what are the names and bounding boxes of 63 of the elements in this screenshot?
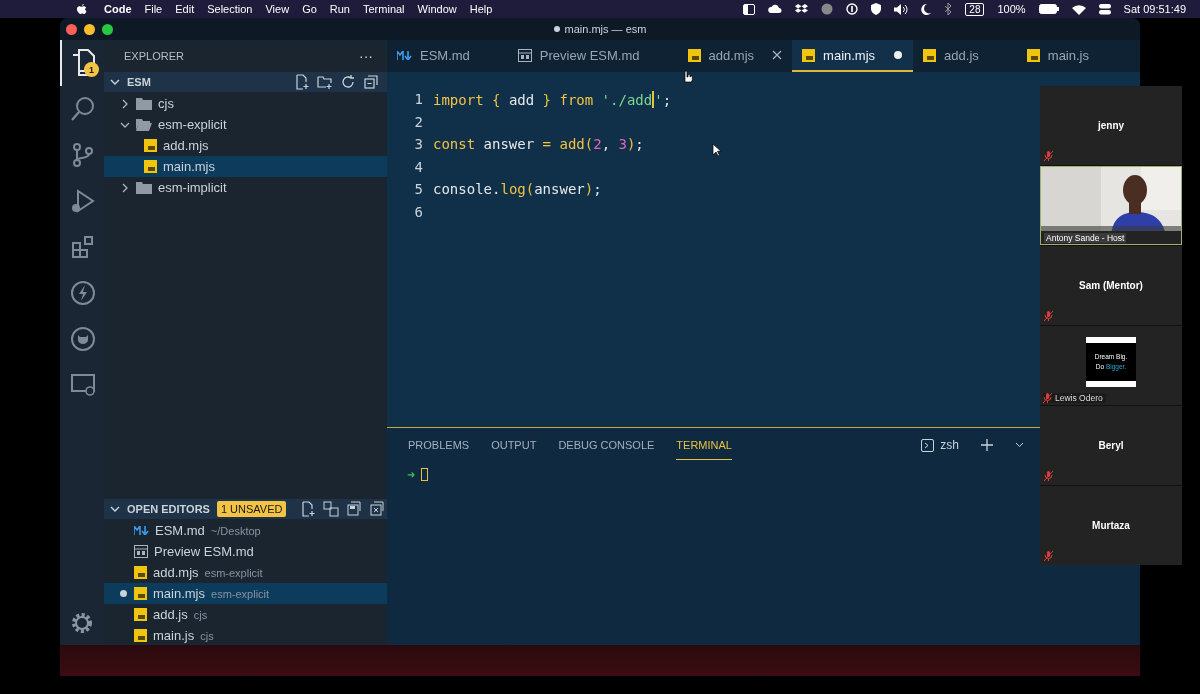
app-menu[interactable]: Code: [104, 3, 132, 15]
sidebar-title: EXPLORER: [124, 50, 184, 62]
open-editor-item[interactable]: add.js cjs: [104, 604, 387, 625]
participant-name: Beryl: [1098, 440, 1124, 451]
section-header[interactable]: ESM: [104, 72, 387, 92]
line-number: 3: [413, 136, 424, 153]
section-header[interactable]: OPEN EDITORS 1 UNSAVED: [104, 499, 387, 519]
tree-item[interactable]: add.mjs: [104, 135, 387, 156]
editor-tab[interactable]: add.mjs: [677, 40, 793, 72]
menu-item[interactable]: Selection: [207, 3, 253, 15]
file-path: ~/Desktop: [210, 524, 261, 537]
file-path: cjs: [193, 608, 208, 621]
tree-item[interactable]: esm-explicit: [104, 114, 387, 135]
menu-item[interactable]: Go: [302, 3, 317, 15]
editor-tab[interactable]: add.js: [913, 40, 1017, 72]
panel-tab[interactable]: DEBUG CONSOLE: [558, 430, 655, 460]
unsaved-badge: 1 UNSAVED: [216, 501, 287, 517]
terminal-shell-name[interactable]: zsh: [940, 438, 959, 452]
participant-name: Sam (Mentor): [1079, 280, 1143, 291]
line-number: 6: [413, 203, 424, 220]
participant-name: jenny: [1097, 120, 1125, 131]
participant-name: Lewis Odero: [1055, 393, 1103, 403]
panel-tab[interactable]: PROBLEMS: [408, 430, 470, 460]
open-editor-item[interactable]: Preview ESM.md: [104, 541, 387, 562]
open-editor-item[interactable]: main.mjs esm-explicit: [104, 583, 387, 604]
panel-tab[interactable]: OUTPUT: [491, 430, 537, 460]
editor-tab[interactable]: main.js: [1016, 40, 1127, 72]
open-editor-item[interactable]: add.mjs esm-explicit: [104, 562, 387, 583]
menu-item[interactable]: File: [144, 3, 163, 15]
more-actions-button[interactable]: ···: [359, 48, 373, 64]
editor-tab[interactable]: ESM.md: [387, 40, 508, 72]
notification-badge: 1: [84, 62, 99, 77]
open-editor-item[interactable]: main.js cjs: [104, 625, 387, 645]
line-number: 4: [413, 158, 424, 175]
file-path: cjs: [200, 629, 214, 642]
menu-item[interactable]: Run: [329, 3, 350, 15]
line-number: 1: [413, 91, 424, 108]
editor-tab[interactable]: main.mjs: [792, 40, 914, 72]
panel-tab[interactable]: TERMINAL: [676, 430, 732, 460]
battery-percent: 100%: [997, 3, 1026, 15]
file-path: esm-explicit: [204, 566, 263, 579]
menu-item[interactable]: Edit: [175, 3, 195, 15]
tree-item[interactable]: cjs: [104, 93, 387, 114]
menu-item[interactable]: Terminal: [363, 3, 405, 15]
code-line: console.log(answer);: [433, 181, 602, 198]
line-number: 5: [413, 181, 424, 198]
menu-item[interactable]: Help: [469, 3, 493, 15]
tree-item[interactable]: main.mjs: [104, 156, 387, 177]
participant-name: Murtaza: [1092, 520, 1130, 531]
terminal-prompt: ➜: [407, 469, 415, 480]
code-line: const answer = add(2, 3);: [433, 136, 644, 153]
menu-item[interactable]: View: [265, 3, 290, 15]
code-line: import { add } from './add';: [433, 90, 672, 108]
line-number: 2: [413, 113, 424, 130]
clock: Sat 09:51:49: [1123, 3, 1186, 15]
calendar-badge[interactable]: 28: [965, 2, 985, 16]
editor-tab[interactable]: Preview ESM.md: [507, 40, 678, 72]
file-path: esm-explicit: [211, 587, 270, 600]
menu-item[interactable]: Window: [417, 3, 457, 15]
tree-item[interactable]: esm-implicit: [104, 177, 387, 198]
window-title: main.mjs — esm: [564, 23, 647, 35]
open-editor-item[interactable]: ESM.md ~/Desktop: [104, 520, 387, 541]
participant-name: Antony Sande - Host: [1044, 233, 1127, 243]
